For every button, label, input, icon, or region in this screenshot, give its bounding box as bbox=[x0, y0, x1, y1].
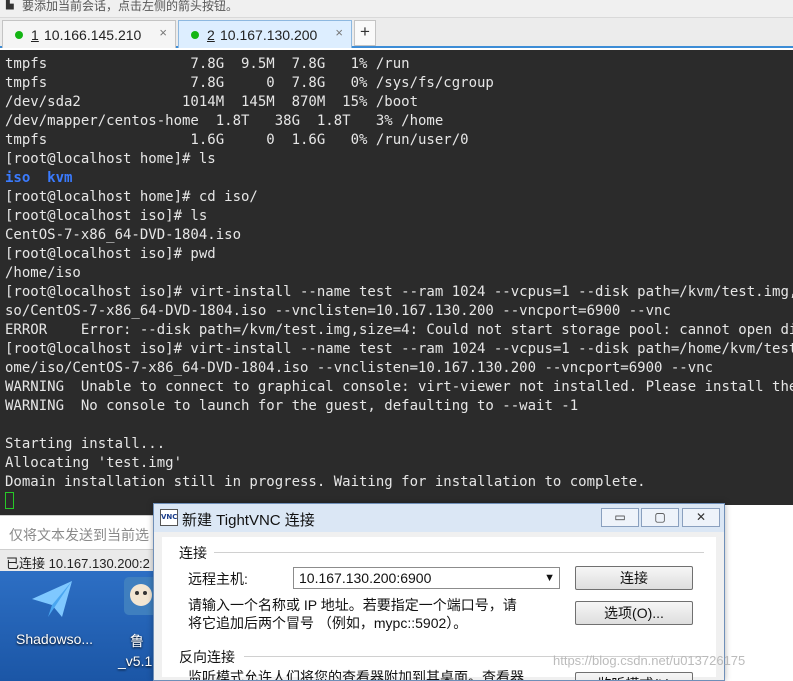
connected-status-icon bbox=[15, 31, 23, 39]
hint-text: 要添加当前会话，点击左侧的箭头按钮。 bbox=[22, 0, 239, 13]
terminal-line: tmpfs 7.8G 9.5M 7.8G 1% /run bbox=[5, 56, 410, 72]
tab-host: 10.166.145.210 bbox=[44, 27, 142, 43]
desktop-icon-label[interactable]: 鲁 bbox=[130, 631, 144, 651]
terminal-line: WARNING No console to launch for the gue… bbox=[5, 398, 579, 414]
add-tab-button[interactable]: + bbox=[354, 20, 376, 46]
terminal-line: [root@localhost home]# cd iso/ bbox=[5, 189, 258, 205]
terminal-cursor bbox=[5, 492, 14, 509]
desktop-icon-label[interactable]: Shadowso... bbox=[16, 631, 93, 647]
close-icon[interactable]: × bbox=[335, 25, 343, 40]
remote-host-label: 远程主机: bbox=[188, 571, 248, 587]
minimize-button[interactable]: ▭ bbox=[601, 508, 639, 527]
dir-entry: iso bbox=[5, 170, 31, 186]
desktop-background: Shadowso... 鲁 _v5.1 bbox=[0, 571, 160, 681]
dir-entry: kvm bbox=[47, 170, 73, 186]
tightvnc-logo-icon: VNC bbox=[160, 509, 178, 526]
compose-input[interactable]: 仅将文本发送到当前选 bbox=[0, 515, 160, 549]
terminal-line: Starting install... bbox=[5, 436, 166, 452]
remote-host-value: 10.167.130.200:6900 bbox=[299, 570, 432, 586]
terminal-output[interactable]: tmpfs 7.8G 9.5M 7.8G 1% /run tmpfs 7.8G … bbox=[0, 50, 793, 515]
options-button[interactable]: 选项(O)... bbox=[575, 601, 693, 625]
compose-placeholder: 仅将文本发送到当前选 bbox=[9, 527, 149, 543]
status-bar: 已连接 10.167.130.200:2 bbox=[0, 549, 160, 571]
connection-section-label: 连接 bbox=[179, 545, 207, 561]
desktop-icon-label[interactable]: _v5.1 bbox=[118, 653, 152, 669]
reverse-help-text: 监听模式允许人们将您的查看器附加到其桌面。查看器 bbox=[188, 669, 524, 681]
terminal-line: WARNING Unable to connect to graphical c… bbox=[5, 379, 793, 395]
listening-mode-button[interactable]: 监听模式(L) bbox=[575, 672, 693, 680]
hint-bar: ▙ 要添加当前会话，点击左侧的箭头按钮。 bbox=[0, 0, 793, 18]
maximize-button[interactable]: ▢ bbox=[641, 508, 679, 527]
terminal-line: tmpfs 1.6G 0 1.6G 0% /run/user/0 bbox=[5, 132, 469, 148]
chevron-down-icon[interactable]: ▼ bbox=[544, 568, 555, 588]
session-tab-strip: 1 10.166.145.210 × 2 10.167.130.200 × bbox=[0, 18, 793, 48]
tab-host: 10.167.130.200 bbox=[220, 27, 318, 43]
connected-status-icon bbox=[191, 31, 199, 39]
dialog-title: 新建 TightVNC 连接 bbox=[182, 512, 315, 529]
tab-session-2[interactable]: 2 10.167.130.200 × bbox=[178, 20, 352, 48]
reverse-connection-section-label: 反向连接 bbox=[179, 649, 235, 665]
close-icon[interactable]: × bbox=[159, 25, 167, 40]
terminal-line: Domain installation still in progress. W… bbox=[5, 474, 646, 490]
connect-button[interactable]: 连接 bbox=[575, 566, 693, 590]
terminal-line: [root@localhost home]# ls bbox=[5, 151, 216, 167]
terminal-line-ls-output: iso kvm bbox=[5, 169, 72, 188]
terminal-line: Allocating 'test.img' bbox=[5, 455, 183, 471]
terminal-line: ERROR Error: --disk path=/kvm/test.img,s… bbox=[5, 322, 793, 338]
terminal-line: [root@localhost iso]# ls bbox=[5, 208, 208, 224]
close-button[interactable]: ✕ bbox=[682, 508, 720, 527]
terminal-line: so/CentOS-7-x86_64-DVD-1804.iso --vnclis… bbox=[5, 303, 671, 319]
tab-session-1[interactable]: 1 10.166.145.210 × bbox=[2, 20, 176, 48]
tab-number: 2 bbox=[207, 27, 215, 43]
terminal-line: [root@localhost iso]# virt-install --nam… bbox=[5, 341, 793, 357]
section-divider bbox=[214, 552, 704, 553]
arrow-icon: ▙ bbox=[6, 0, 14, 10]
tab-number: 1 bbox=[31, 27, 39, 43]
terminal-line: /dev/mapper/centos-home 1.8T 38G 1.8T 3%… bbox=[5, 113, 444, 129]
terminal-line: tmpfs 7.8G 0 7.8G 0% /sys/fs/cgroup bbox=[5, 75, 494, 91]
terminal-line: /dev/sda2 1014M 145M 870M 15% /boot bbox=[5, 94, 419, 110]
dialog-titlebar[interactable]: VNC 新建 TightVNC 连接 ▭ ▢ ✕ bbox=[154, 504, 724, 532]
connection-status: 已连接 10.167.130.200:2 bbox=[6, 556, 150, 571]
host-help-text: 将它追加后两个冒号 （例如，mypc::5902）。 bbox=[188, 615, 468, 631]
terminal-line: /home/iso bbox=[5, 265, 81, 281]
watermark: https://blog.csdn.net/u013726175 bbox=[553, 653, 746, 668]
terminal-line: [root@localhost iso]# virt-install --nam… bbox=[5, 284, 793, 300]
shadowsocks-icon[interactable] bbox=[28, 575, 76, 623]
terminal-line: CentOS-7-x86_64-DVD-1804.iso bbox=[5, 227, 242, 243]
terminal-line: ome/iso/CentOS-7-x86_64-DVD-1804.iso --v… bbox=[5, 360, 714, 376]
host-help-text: 请输入一个名称或 IP 地址。若要指定一个端口号，请 bbox=[188, 597, 517, 613]
terminal-line: [root@localhost iso]# pwd bbox=[5, 246, 216, 262]
remote-host-combobox[interactable]: 10.167.130.200:6900 ▼ bbox=[293, 567, 560, 589]
